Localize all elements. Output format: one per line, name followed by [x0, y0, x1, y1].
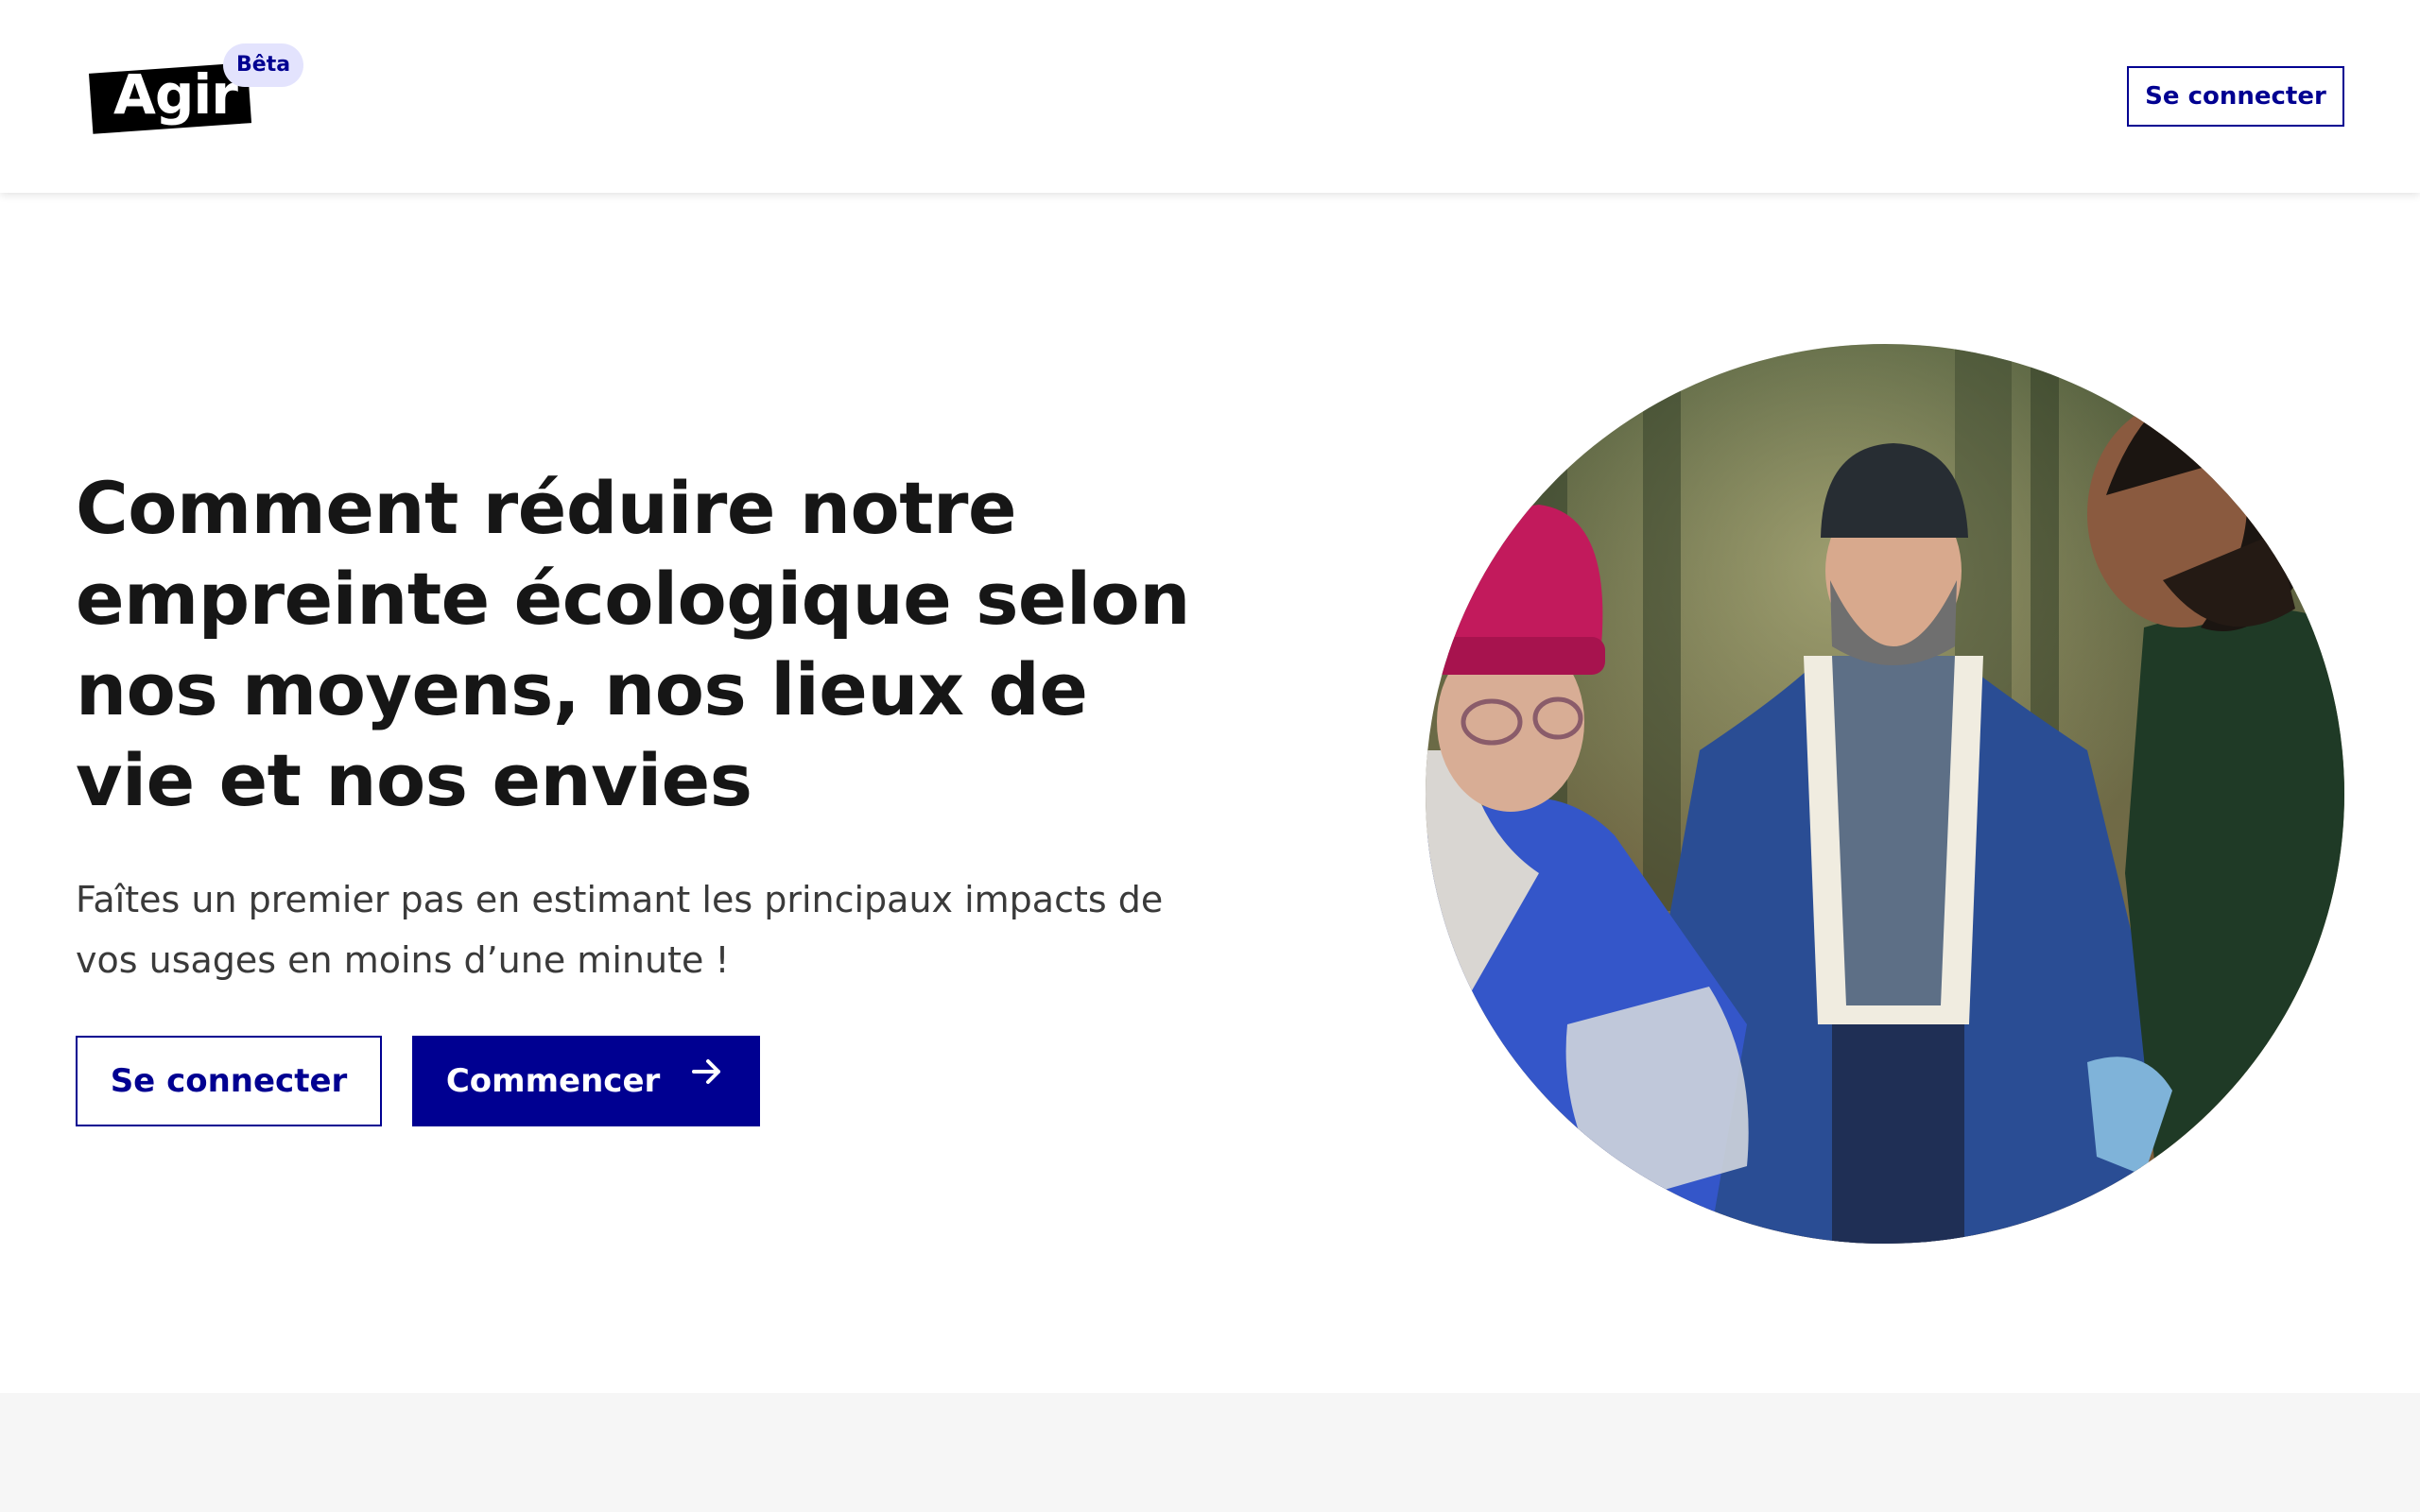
header-login-button[interactable]: Se connecter [2127, 66, 2344, 127]
login-button[interactable]: Se connecter [76, 1036, 382, 1126]
next-section-band [0, 1393, 2420, 1512]
beta-badge: Bêta [223, 43, 304, 87]
logo-text: Agir [113, 62, 238, 127]
login-button-label: Se connecter [110, 1062, 348, 1100]
start-button[interactable]: Commencer [412, 1036, 760, 1126]
hero-subtitle: Faîtes un premier pas en estimant les pr… [76, 879, 1164, 981]
hero-section: Comment réduire notre empreinte écologiq… [0, 193, 2420, 1393]
start-button-label: Commencer [445, 1062, 661, 1100]
hero-title: Comment réduire notre empreinte écologiq… [76, 466, 1190, 822]
site-header: Agir Bêta Se connecter [0, 0, 2420, 193]
people-in-forest-photo [1426, 344, 2344, 1244]
agir-logo[interactable]: Agir Bêta [87, 42, 304, 146]
arrow-right-icon [688, 1037, 726, 1124]
